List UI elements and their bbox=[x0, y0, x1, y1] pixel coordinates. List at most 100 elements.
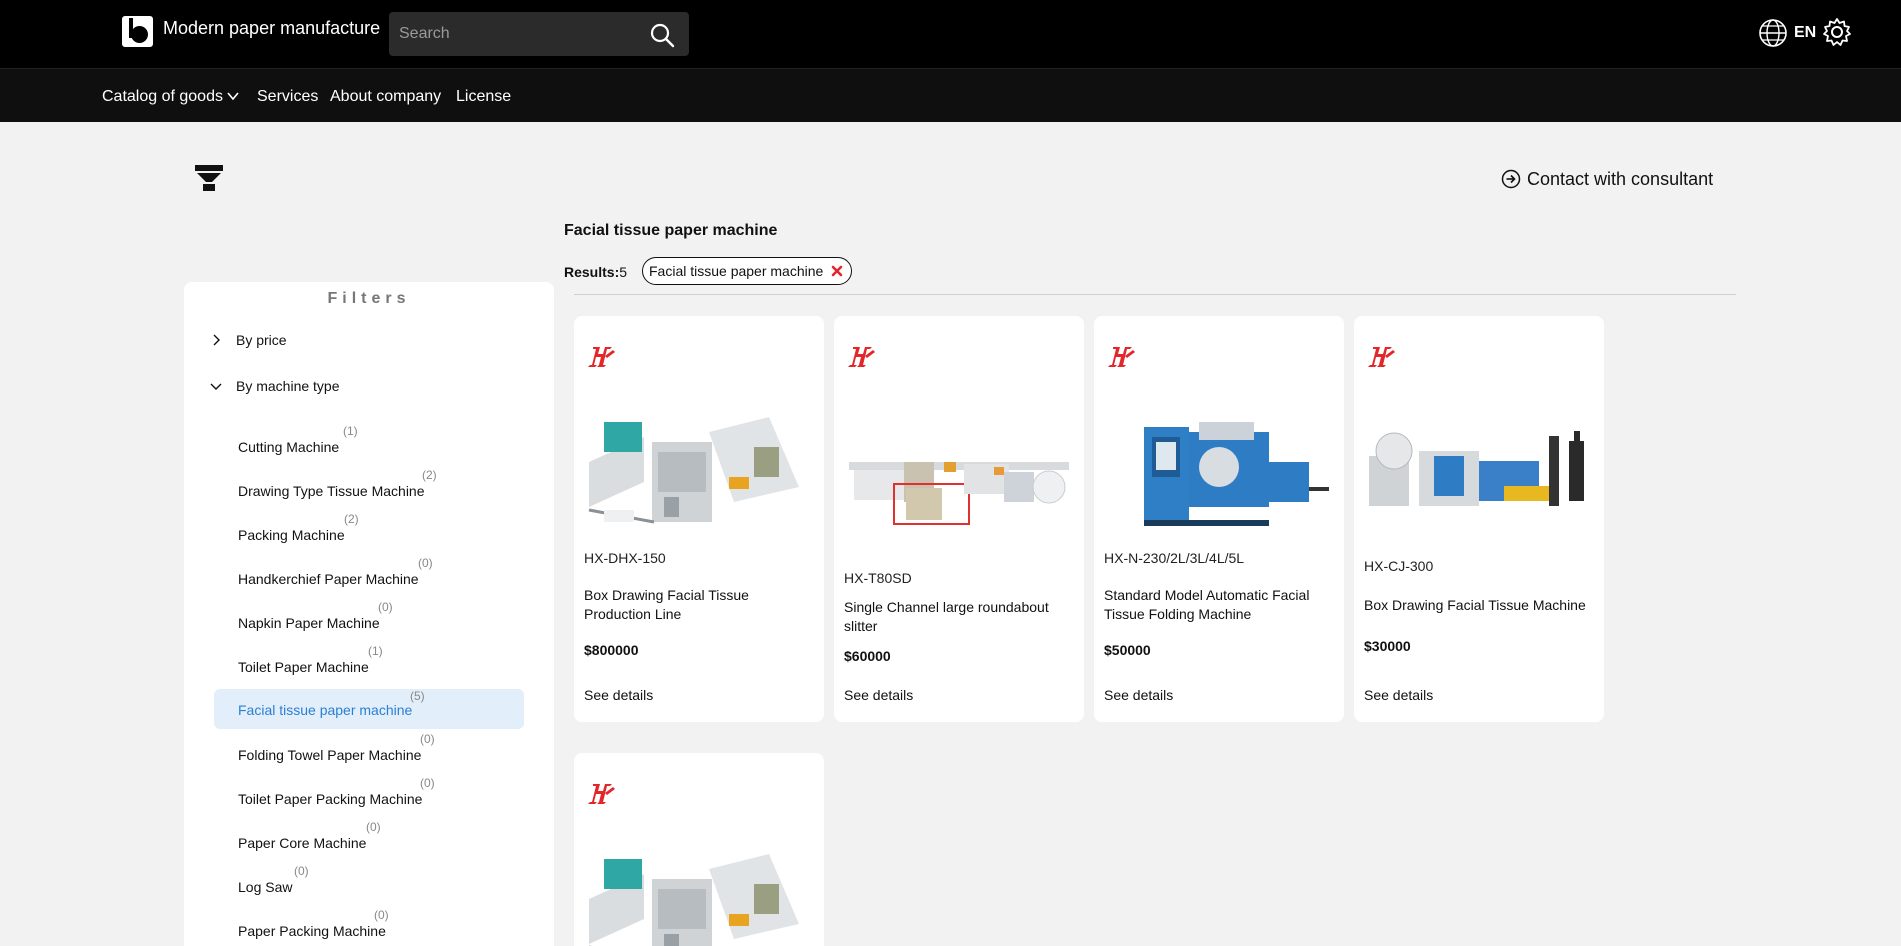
filter-type-facial[interactable]: Facial tissue paper machine (5) bbox=[214, 689, 524, 729]
see-details-link[interactable]: See details bbox=[1104, 687, 1173, 703]
product-card[interactable] bbox=[574, 753, 824, 946]
brand-logo-icon bbox=[588, 781, 616, 807]
chevron-down-icon bbox=[227, 92, 239, 101]
filter-type-label: Folding Towel Paper Machine bbox=[238, 747, 422, 763]
chevron-down-icon bbox=[210, 383, 222, 390]
filter-type-drawing[interactable]: Drawing Type Tissue Machine (2) bbox=[214, 466, 524, 506]
brand-logo-icon bbox=[1368, 344, 1396, 370]
filter-type-count: (2) bbox=[422, 468, 437, 482]
chip-label: Facial tissue paper machine bbox=[649, 263, 824, 279]
nav-about[interactable]: About company bbox=[330, 88, 441, 106]
filter-type-packing[interactable]: Packing Machine (2) bbox=[214, 510, 524, 550]
language-selector[interactable]: EN bbox=[1794, 24, 1816, 42]
chevron-right-icon bbox=[213, 334, 220, 346]
filter-type-label: Packing Machine bbox=[238, 527, 345, 543]
filter-type-label: Toilet Paper Machine bbox=[238, 659, 369, 675]
see-details-link[interactable]: See details bbox=[584, 687, 653, 703]
filter-type-count: (0) bbox=[366, 820, 381, 834]
product-name[interactable]: Single Channel large roundabout slitter bbox=[844, 598, 1072, 636]
filter-group-machine-type[interactable]: By machine type bbox=[210, 378, 340, 394]
filter-type-folding-towel[interactable]: Folding Towel Paper Machine (0) bbox=[214, 730, 524, 770]
filter-type-label: Facial tissue paper machine bbox=[238, 702, 413, 718]
filter-type-toilet-packing[interactable]: Toilet Paper Packing Machine (0) bbox=[214, 774, 524, 814]
filter-type-count: (0) bbox=[418, 556, 433, 570]
filter-type-count: (2) bbox=[344, 512, 359, 526]
filter-type-count: (0) bbox=[420, 732, 435, 746]
filter-group-label: By price bbox=[236, 332, 287, 348]
product-price: $800000 bbox=[584, 642, 639, 658]
product-image[interactable] bbox=[844, 402, 1074, 562]
filter-type-log-saw[interactable]: Log Saw (0) bbox=[214, 862, 524, 902]
product-name[interactable]: Standard Model Automatic Facial Tissue F… bbox=[1104, 586, 1332, 624]
search-box bbox=[389, 12, 689, 56]
search-icon[interactable] bbox=[649, 22, 675, 48]
divider bbox=[574, 294, 1736, 295]
filter-type-label: Napkin Paper Machine bbox=[238, 615, 380, 631]
filters-title: Filters bbox=[327, 290, 411, 307]
product-price: $50000 bbox=[1104, 642, 1151, 658]
top-bar: Modern paper manufacture EN bbox=[0, 0, 1901, 68]
filter-type-label: Paper Packing Machine bbox=[238, 923, 386, 939]
product-name[interactable]: Box Drawing Facial Tissue Production Lin… bbox=[584, 586, 812, 624]
product-image[interactable] bbox=[584, 392, 814, 552]
filter-type-count: (1) bbox=[368, 644, 383, 658]
filter-group-price[interactable]: By price bbox=[210, 332, 287, 348]
filter-type-label: Drawing Type Tissue Machine bbox=[238, 483, 425, 499]
product-model: HX-N-230/2L/3L/4L/5L bbox=[1104, 550, 1245, 566]
brand-logo-icon bbox=[1108, 344, 1136, 370]
nav-services[interactable]: Services bbox=[257, 88, 318, 106]
product-card[interactable]: HX-CJ-300 Box Drawing Facial Tissue Mach… bbox=[1354, 316, 1604, 722]
globe-icon[interactable] bbox=[1758, 18, 1788, 48]
filter-icon[interactable] bbox=[195, 165, 223, 191]
product-price: $60000 bbox=[844, 648, 891, 664]
see-details-link[interactable]: See details bbox=[844, 687, 913, 703]
product-model: HX-T80SD bbox=[844, 570, 912, 586]
contact-consultant-button[interactable]: Contact with consultant bbox=[1501, 167, 1713, 191]
filter-type-count: (0) bbox=[420, 776, 435, 790]
product-model: HX-CJ-300 bbox=[1364, 558, 1434, 574]
filter-type-handkerchief[interactable]: Handkerchief Paper Machine (0) bbox=[214, 554, 524, 594]
main-nav: Catalog of goods Services About company … bbox=[0, 68, 1901, 122]
filter-group-label: By machine type bbox=[236, 378, 340, 394]
filter-type-toilet[interactable]: Toilet Paper Machine (1) bbox=[214, 642, 524, 682]
filter-type-paper-core[interactable]: Paper Core Machine (0) bbox=[214, 818, 524, 858]
filter-type-label: Paper Core Machine bbox=[238, 835, 367, 851]
filters-sidebar: Filters By price By machine type Cutting… bbox=[184, 282, 554, 946]
active-filter-chip: Facial tissue paper machine bbox=[642, 257, 853, 285]
filter-type-count: (0) bbox=[294, 864, 309, 878]
contact-consultant-label: Contact with consultant bbox=[1527, 168, 1714, 189]
filter-type-count: (0) bbox=[378, 600, 393, 614]
product-image[interactable] bbox=[584, 829, 814, 946]
product-name[interactable]: Box Drawing Facial Tissue Machine bbox=[1364, 596, 1592, 615]
gear-icon[interactable] bbox=[1822, 17, 1852, 47]
product-model: HX-DHX-150 bbox=[584, 550, 666, 566]
filter-type-paper-packing[interactable]: Paper Packing Machine (0) bbox=[214, 906, 524, 946]
page-title: Facial tissue paper machine bbox=[564, 222, 778, 239]
filter-type-label: Toilet Paper Packing Machine bbox=[238, 791, 423, 807]
nav-catalog[interactable]: Catalog of goods bbox=[102, 88, 239, 106]
logo-icon[interactable] bbox=[122, 16, 153, 47]
filter-type-napkin[interactable]: Napkin Paper Machine (0) bbox=[214, 598, 524, 638]
results-label: Results: bbox=[564, 264, 620, 280]
filter-type-count: (5) bbox=[410, 689, 425, 703]
product-image[interactable] bbox=[1364, 396, 1594, 556]
product-image[interactable] bbox=[1104, 392, 1334, 552]
filter-type-label: Cutting Machine bbox=[238, 439, 340, 455]
results-count: 5 bbox=[619, 264, 628, 280]
site-title[interactable]: Modern paper manufacture bbox=[163, 18, 380, 39]
product-card[interactable]: HX-DHX-150 Box Drawing Facial Tissue Pro… bbox=[574, 316, 824, 722]
nav-license[interactable]: License bbox=[456, 88, 511, 106]
product-card[interactable]: HX-N-230/2L/3L/4L/5L Standard Model Auto… bbox=[1094, 316, 1344, 722]
nav-catalog-label: Catalog of goods bbox=[102, 88, 223, 105]
filter-type-cutting[interactable]: Cutting Machine (1) bbox=[214, 422, 524, 462]
filter-type-label: Handkerchief Paper Machine bbox=[238, 571, 419, 587]
product-price: $30000 bbox=[1364, 638, 1411, 654]
brand-logo-icon bbox=[588, 344, 616, 370]
results-summary: Results:5 bbox=[564, 264, 627, 280]
product-card[interactable]: HX-T80SD Single Channel large roundabout… bbox=[834, 316, 1084, 722]
search-input[interactable] bbox=[399, 12, 629, 56]
filter-type-count: (1) bbox=[343, 424, 358, 438]
arrow-circle-icon bbox=[1501, 169, 1521, 189]
see-details-link[interactable]: See details bbox=[1364, 687, 1433, 703]
close-icon[interactable] bbox=[831, 265, 843, 277]
